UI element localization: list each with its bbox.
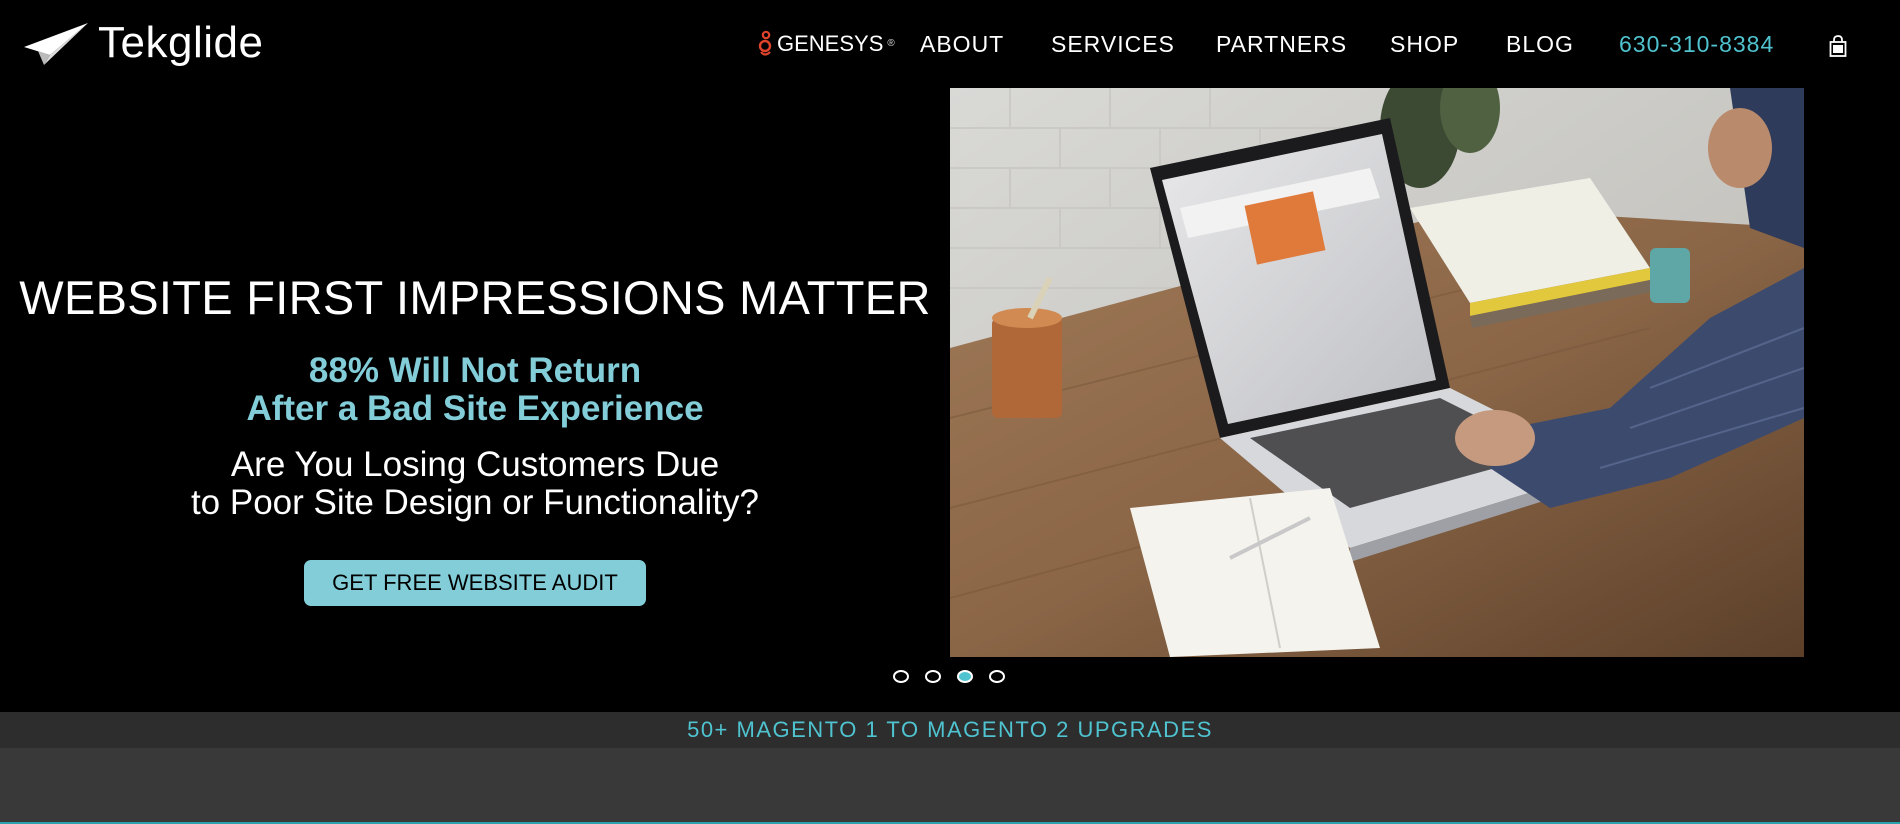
nav-about[interactable]: ABOUT [920,26,1004,62]
laptop-desk-photo [950,88,1804,657]
lower-section [0,748,1900,824]
nav-shop[interactable]: SHOP [1390,26,1459,62]
nav-partners[interactable]: PARTNERS [1216,26,1347,62]
nav-genesys[interactable]: GENESYS ® [758,26,896,62]
announcement-ribbon: 50+ MAGENTO 1 TO MAGENTO 2 UPGRADES [0,712,1900,748]
slider-dot-4[interactable] [989,670,1005,683]
hero-title: WEBSITE FIRST IMPRESSIONS MATTER [19,271,931,324]
nav-services[interactable]: SERVICES [1051,26,1175,62]
hero-sub-line-1: 88% Will Not Return [308,351,642,390]
slider-dot-3[interactable] [957,670,973,683]
page: Tekglide GENESYS ® ABOUT SERVICES PARTNER… [0,0,1900,824]
hero-subheading: 88% Will Not Return After a Bad Site Exp… [0,352,950,428]
main-nav: GENESYS ® ABOUT SERVICES PARTNERS SHOP BL… [0,26,1900,62]
free-audit-button[interactable]: GET FREE WEBSITE AUDIT [304,560,646,606]
slider-dot-2[interactable] [925,670,941,683]
slider-dot-1[interactable] [893,670,909,683]
hero-sub-line-2: After a Bad Site Experience [246,389,704,428]
nav-phone-link[interactable]: 630-310-8384 [1619,26,1774,62]
hero-photo [950,88,1804,657]
shopping-bag-icon [1829,35,1847,57]
hero-copy: WEBSITE FIRST IMPRESSIONS MATTER 88% Wil… [0,270,950,606]
hero-question-line-1: Are You Losing Customers Due [230,445,720,484]
nav-blog[interactable]: BLOG [1506,26,1574,62]
genesys-logo-icon [758,30,772,56]
cart-link[interactable] [1828,32,1848,57]
ribbon-text: 50+ MAGENTO 1 TO MAGENTO 2 UPGRADES [687,717,1213,742]
hero-question-line-2: to Poor Site Design or Functionality? [190,483,760,522]
site-header: Tekglide GENESYS ® ABOUT SERVICES PARTNER… [0,0,1900,88]
hero-question: Are You Losing Customers Due to Poor Sit… [0,446,950,522]
genesys-reg-mark: ® [887,38,896,49]
genesys-label: GENESYS [777,31,884,56]
slider-dots [893,670,1005,683]
